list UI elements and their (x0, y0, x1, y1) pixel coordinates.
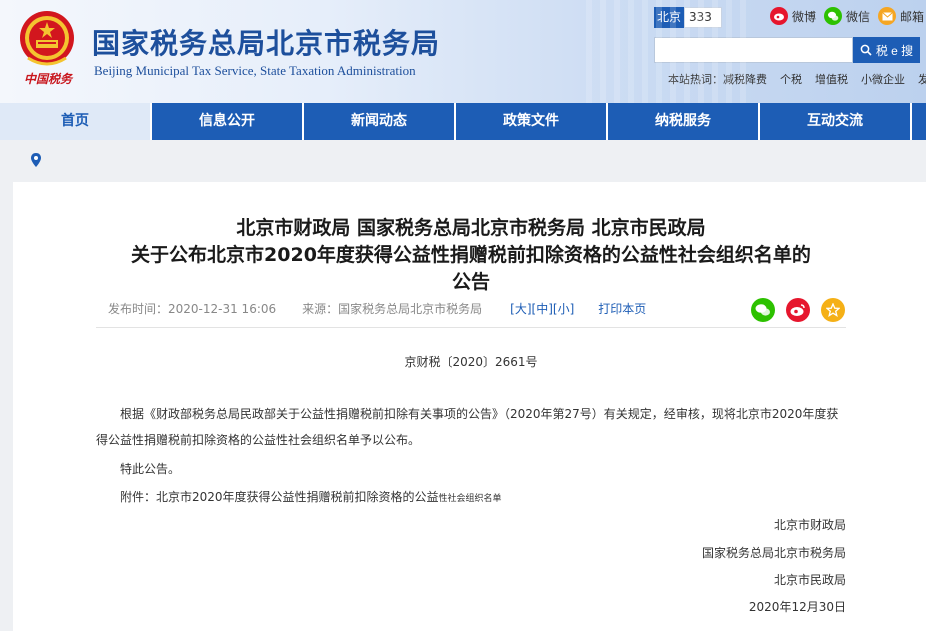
weibo-icon (770, 7, 788, 25)
article-source: 来源：国家税务总局北京市税务局 (302, 302, 483, 316)
share-weibo-button[interactable] (786, 298, 810, 322)
font-size-small[interactable]: [小] (553, 300, 574, 317)
attachment-line[interactable]: 附件：北京市2020年度获得公益性捐赠税前扣除资格的公益性社会组织名单 (96, 484, 846, 512)
hot-word[interactable]: 小微企业 (861, 71, 905, 87)
nav-item-news[interactable]: 新闻动态 (304, 103, 456, 140)
attachment-text[interactable]: 附件：北京市2020年度获得公益性捐赠税前扣除资格的公益 (120, 490, 439, 504)
attachment-text-small[interactable]: 性社会组织名单 (439, 494, 502, 504)
font-size-medium[interactable]: [中] (532, 300, 553, 317)
weibo-icon (790, 304, 805, 316)
hot-word[interactable]: 发票 (918, 71, 926, 87)
weibo-link[interactable]: 微博 (770, 7, 816, 25)
share-favorite-button[interactable] (821, 298, 845, 322)
search-button[interactable]: 税 e 搜 (853, 37, 920, 63)
search-icon (860, 44, 872, 56)
location-pin-icon (31, 153, 41, 167)
wechat-icon (824, 7, 842, 25)
hot-words: 本站热词： 减税降费 个税 增值税 小微企业 发票 (668, 71, 926, 87)
national-emblem-icon (20, 11, 74, 66)
share-wechat-button[interactable] (751, 298, 775, 322)
search-input[interactable] (654, 37, 853, 63)
divider (96, 327, 846, 328)
emblem-caption: 中国税务 (23, 72, 72, 86)
wechat-label: 微信 (846, 9, 871, 24)
mail-label: 邮箱 (900, 9, 925, 24)
wechat-icon (755, 304, 770, 316)
hot-words-label: 本站热词： (668, 73, 723, 86)
star-icon (826, 303, 840, 317)
city-label[interactable]: 北京 (654, 7, 684, 28)
site-title[interactable]: 国家税务总局北京市税务局 (92, 22, 440, 62)
title-line: 北京市财政局 国家税务总局北京市税务局 北京市民政局 (236, 217, 706, 239)
city-code: 333 (684, 7, 722, 28)
nav-item-interaction[interactable]: 互动交流 (760, 103, 912, 140)
weibo-label: 微博 (792, 9, 817, 24)
title-line: 关于公布北京市2020年度获得公益性捐赠税前扣除资格的公益性社会组织名单的 (131, 244, 811, 266)
mail-link[interactable]: 邮箱 (878, 7, 924, 25)
signature-date: 2020年12月30日 (748, 600, 846, 614)
document-number: 京财税〔2020〕2661号 (404, 355, 538, 369)
search-button-label: 税 e 搜 (875, 43, 914, 58)
mail-icon (878, 7, 896, 25)
hot-word[interactable]: 减税降费 (723, 71, 767, 87)
signature-line: 北京市民政局 (773, 573, 846, 587)
font-size-large[interactable]: [大] (510, 300, 531, 317)
title-line: 公告 (451, 271, 490, 293)
nav-item-home[interactable]: 首页 (0, 103, 152, 140)
nav-item-policy[interactable]: 政策文件 (456, 103, 608, 140)
signature-line: 北京市财政局 (773, 518, 846, 532)
article-paragraph: 根据《财政部税务总局民政部关于公益性捐赠税前扣除有关事项的公告》（2020年第2… (96, 407, 839, 447)
nav-item-info-disclosure[interactable]: 信息公开 (152, 103, 304, 140)
wechat-link[interactable]: 微信 (824, 7, 870, 25)
publish-time: 发布时间：2020-12-31 16:06 (108, 302, 277, 316)
city-selector[interactable]: 北京 333 (654, 7, 722, 28)
hot-word[interactable]: 个税 (780, 71, 802, 87)
main-nav: 首页 信息公开 新闻动态 政策文件 纳税服务 互动交流 (0, 103, 926, 140)
nav-item-tax-service[interactable]: 纳税服务 (608, 103, 760, 140)
hot-word[interactable]: 增值税 (815, 71, 848, 87)
site-subtitle: Beijing Municipal Tax Service, State Tax… (94, 63, 416, 78)
site-header: 中国税务 国家税务总局北京市税务局 Beijing Municipal Tax … (0, 0, 926, 103)
article-meta: 发布时间：2020-12-31 16:06 来源：国家税务总局北京市税务局 [大… (108, 300, 646, 317)
article-paragraph: 特此公告。 (120, 462, 181, 476)
print-page-link[interactable]: 打印本页 (598, 300, 646, 317)
article-title: 北京市财政局 国家税务总局北京市税务局 北京市民政局 关于公布北京市2020年度… (86, 215, 856, 296)
signature-line: 国家税务总局北京市税务局 (701, 546, 846, 560)
